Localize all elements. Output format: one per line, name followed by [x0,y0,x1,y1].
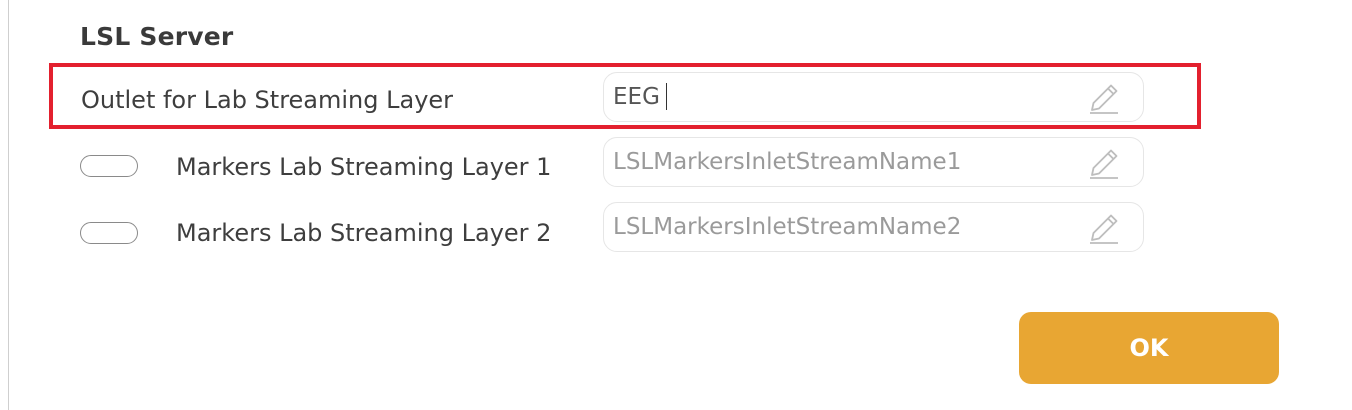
markers-2-label: Markers Lab Streaming Layer 2 [176,219,552,247]
markers-1-stream-field [603,137,1144,187]
pencil-icon[interactable] [1087,81,1121,115]
pencil-icon[interactable] [1087,211,1121,245]
outlet-name-input[interactable] [604,73,1064,121]
text-caret [666,83,667,110]
outlet-name-field [603,72,1144,122]
outlet-label: Outlet for Lab Streaming Layer [81,86,454,114]
markers-1-stream-input[interactable] [604,138,1064,186]
markers-1-toggle[interactable] [80,155,138,177]
pencil-icon[interactable] [1087,146,1121,180]
lsl-settings-dialog: LSL Server Outlet for Lab Streaming Laye… [0,0,1352,410]
dialog-left-border [8,0,9,410]
section-title: LSL Server [80,22,234,51]
ok-button[interactable]: OK [1019,312,1279,384]
markers-2-toggle[interactable] [80,222,138,244]
markers-2-stream-field [603,202,1144,252]
markers-2-stream-input[interactable] [604,203,1064,251]
markers-1-label: Markers Lab Streaming Layer 1 [176,153,552,181]
